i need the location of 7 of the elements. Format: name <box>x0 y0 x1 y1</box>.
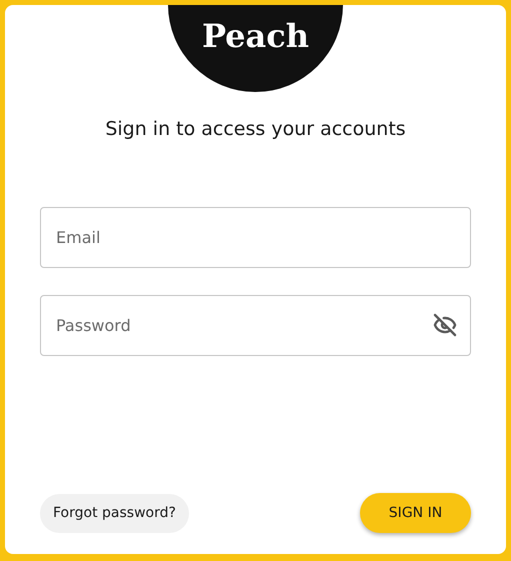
eye-off-icon[interactable] <box>433 313 457 337</box>
forgot-password-button[interactable]: Forgot password? <box>40 494 189 532</box>
sign-in-button[interactable]: SIGN IN <box>360 493 471 533</box>
logo-text: Peach <box>202 18 310 54</box>
email-field[interactable]: Email <box>40 207 471 268</box>
password-field[interactable]: Password <box>40 295 471 356</box>
heading: Sign in to access your accounts <box>105 117 406 142</box>
